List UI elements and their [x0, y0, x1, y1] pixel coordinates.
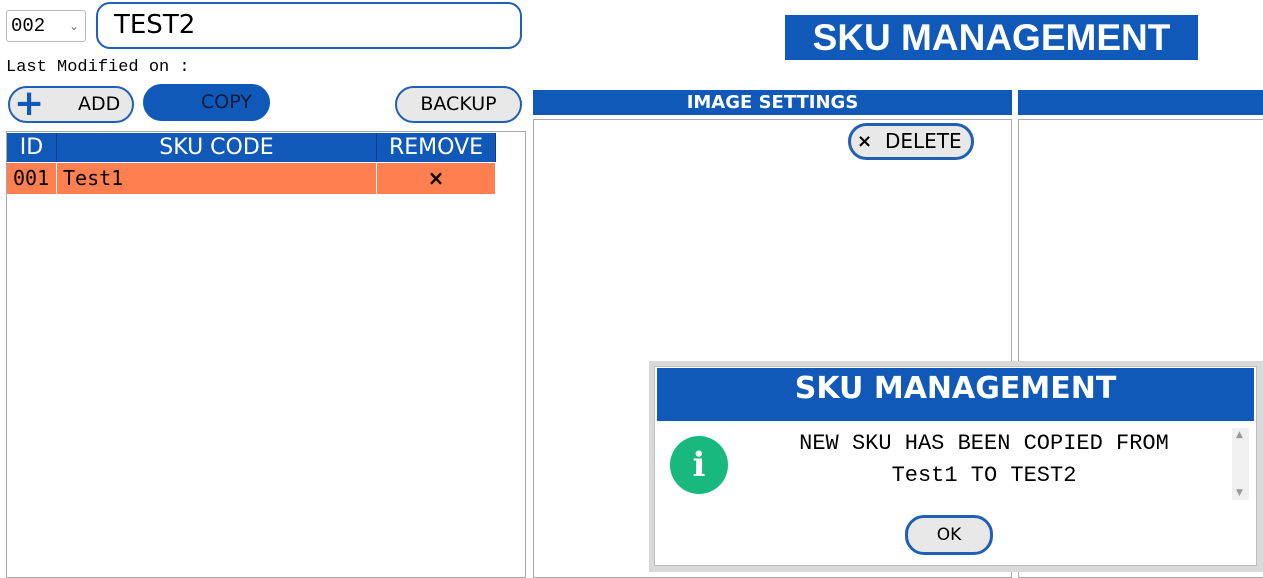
- column-header-remove: REMOVE: [377, 133, 496, 162]
- table-cell-id[interactable]: 001: [7, 163, 57, 194]
- add-button-label: ADD: [78, 93, 121, 115]
- backup-button[interactable]: BACKUP: [395, 86, 522, 123]
- dialog-scrollbar[interactable]: ▲ ▼: [1232, 428, 1249, 500]
- column-header-id: ID: [7, 133, 57, 162]
- remove-row-icon[interactable]: ×: [377, 163, 496, 194]
- info-icon: i: [670, 436, 728, 494]
- plus-icon: +: [14, 83, 45, 124]
- copy-button-label: COPY: [201, 91, 252, 113]
- right-panel-header: [1018, 90, 1263, 115]
- sku-id-select[interactable]: 002 ⌄: [6, 10, 86, 42]
- delete-button[interactable]: × DELETE: [848, 123, 974, 160]
- scroll-up-icon[interactable]: ▲: [1236, 430, 1243, 440]
- sku-table: [6, 131, 526, 578]
- close-icon: ×: [857, 131, 873, 152]
- ok-button[interactable]: OK: [905, 515, 993, 555]
- sku-id-select-value: 002: [11, 15, 46, 37]
- delete-button-label: DELETE: [885, 129, 962, 153]
- image-settings-header: IMAGE SETTINGS: [533, 90, 1012, 115]
- column-header-sku-code: SKU CODE: [57, 133, 377, 162]
- chevron-down-icon: ⌄: [68, 19, 79, 33]
- dialog-title: SKU MANAGEMENT: [657, 368, 1254, 421]
- sku-name-input[interactable]: TEST2: [96, 2, 522, 49]
- copy-button[interactable]: COPY: [143, 84, 270, 121]
- last-modified-label: Last Modified on :: [6, 58, 190, 77]
- dialog-message: NEW SKU HAS BEEN COPIED FROM Test1 TO TE…: [799, 431, 1169, 488]
- page-title: SKU MANAGEMENT: [785, 15, 1198, 60]
- scroll-down-icon[interactable]: ▼: [1236, 488, 1243, 498]
- add-button[interactable]: + ADD: [8, 83, 134, 124]
- table-cell-sku-code[interactable]: Test1: [57, 163, 377, 194]
